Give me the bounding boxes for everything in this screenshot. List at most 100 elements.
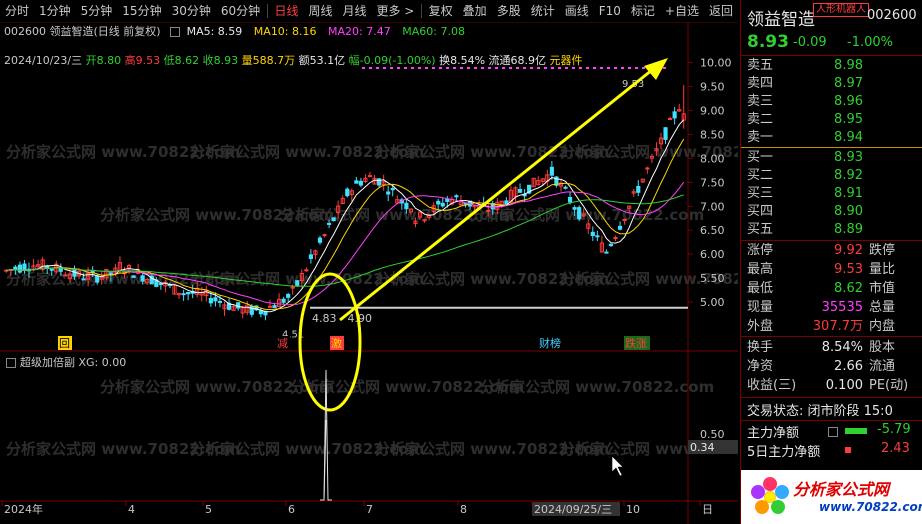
marker-diezhang: 跌涨 bbox=[625, 336, 647, 350]
y-tick-label: 7.00 bbox=[700, 200, 725, 213]
site-logo: 分析家公式网 www.70822.com bbox=[741, 470, 922, 524]
toolbar-item[interactable]: 周线 bbox=[303, 0, 337, 22]
candle-body bbox=[217, 300, 223, 303]
row-value: 8.62 bbox=[834, 281, 863, 296]
toolbar-item[interactable]: 统计 bbox=[526, 0, 560, 22]
toolbar-item[interactable]: 更多 > bbox=[371, 0, 419, 22]
stat2-row[interactable]: 收益(三) 0.100 PE(动) bbox=[747, 377, 917, 395]
watermark-text: 分析家公式网 www.70822.com bbox=[480, 378, 714, 396]
toolbar-item[interactable]: 15分钟 bbox=[117, 0, 166, 22]
toolbar-item[interactable]: 画线 bbox=[560, 0, 594, 22]
candle-body bbox=[108, 272, 113, 276]
row-value: 8.96 bbox=[834, 94, 863, 109]
toolbar-item[interactable]: 30分钟 bbox=[167, 0, 216, 22]
candle-body bbox=[258, 310, 263, 315]
candle-body bbox=[354, 180, 359, 184]
candle-body bbox=[304, 269, 309, 272]
candle-body bbox=[140, 275, 145, 282]
x-tick-label: 4 bbox=[128, 503, 135, 516]
row-label: 卖三 bbox=[747, 94, 774, 109]
stat-row[interactable]: 最高 9.53 量比 bbox=[747, 261, 917, 279]
candle-body bbox=[390, 188, 395, 191]
candle-body bbox=[645, 167, 650, 170]
x-tick-label: 6 bbox=[288, 503, 295, 516]
stat-row[interactable]: 现量 35535 总量 bbox=[747, 299, 917, 317]
marker-caibang: 财榜 bbox=[539, 336, 561, 350]
main5-label: 5日主力净额 bbox=[747, 445, 821, 460]
row-value: 8.54% bbox=[821, 340, 863, 355]
sub-indicator-title: 超级加倍副 XG: 0.00 bbox=[6, 354, 126, 370]
stat-row[interactable]: 涨停 9.92 跌停 bbox=[747, 242, 917, 260]
candle-body bbox=[440, 202, 445, 207]
toolbar-item[interactable]: 叠加 bbox=[458, 0, 492, 22]
candle-body bbox=[377, 178, 382, 186]
kline-chart[interactable]: 分析家公式网 www.70822.com 分析家公式网 www.70822.com… bbox=[0, 22, 738, 524]
stat2-row[interactable]: 净资 2.66 流通 bbox=[747, 358, 917, 376]
detail-icon[interactable] bbox=[828, 427, 838, 437]
sell-row[interactable]: 卖一 8.94 bbox=[747, 129, 917, 147]
candle-body bbox=[272, 305, 277, 309]
candle-body bbox=[158, 283, 163, 286]
flower-logo-icon bbox=[751, 477, 789, 514]
toolbar-item[interactable]: 复权 bbox=[424, 0, 458, 22]
toolbar-item[interactable]: F10 bbox=[594, 0, 626, 22]
candle-body bbox=[613, 237, 618, 240]
buy-row[interactable]: 买五 8.89 bbox=[747, 221, 917, 239]
concept-badge[interactable]: 人形机器人 bbox=[813, 3, 869, 17]
toolbar-item[interactable]: 日线 bbox=[269, 0, 303, 22]
stat-row[interactable]: 最低 8.62 市值 bbox=[747, 280, 917, 298]
row-value: 8.91 bbox=[834, 186, 863, 201]
toolbar-item[interactable]: 标记 bbox=[626, 0, 660, 22]
row-label: 净资 bbox=[747, 359, 774, 374]
row-label: 最高 bbox=[747, 262, 774, 277]
candle-body bbox=[386, 191, 391, 195]
stat-label2: 市值 bbox=[869, 281, 896, 296]
candle-body bbox=[208, 298, 213, 304]
row-value: 8.90 bbox=[834, 204, 863, 219]
row-label: 涨停 bbox=[747, 243, 774, 258]
candle-body bbox=[326, 222, 332, 225]
toolbar-item[interactable]: 多股 bbox=[492, 0, 526, 22]
row-label: 买四 bbox=[747, 204, 774, 219]
main-net-value: -5.79 bbox=[877, 422, 911, 437]
indicator-icon[interactable] bbox=[6, 358, 16, 368]
row-value: 8.94 bbox=[834, 130, 863, 145]
toolbar-item[interactable]: 60分钟 bbox=[216, 0, 265, 22]
row-label: 收益(三) bbox=[747, 378, 797, 393]
row-label: 卖四 bbox=[747, 76, 774, 91]
y-tick-label: 8.00 bbox=[700, 152, 725, 165]
buy-row[interactable]: 买三 8.91 bbox=[747, 185, 917, 203]
candle-body bbox=[81, 278, 86, 281]
candle-body bbox=[663, 127, 668, 140]
row-value: 9.53 bbox=[834, 262, 863, 277]
row-label: 买二 bbox=[747, 168, 774, 183]
toolbar-item[interactable]: 月线 bbox=[337, 0, 371, 22]
stock-code: 002600 bbox=[867, 8, 917, 23]
price-pct: -1.00% bbox=[847, 35, 893, 50]
buy-row[interactable]: 买四 8.90 bbox=[747, 203, 917, 221]
y-tick-label: 5.00 bbox=[700, 296, 725, 309]
candle-body bbox=[13, 266, 18, 270]
last-price: 8.93 bbox=[747, 32, 789, 52]
toolbar-item[interactable]: 分时 bbox=[0, 0, 34, 22]
row-value: 0.100 bbox=[825, 378, 863, 393]
toolbar-item[interactable]: 1分钟 bbox=[34, 0, 76, 22]
stat-row[interactable]: 外盘 307.7万 内盘 bbox=[747, 318, 917, 336]
sell-row[interactable]: 卖三 8.96 bbox=[747, 93, 917, 111]
buy-row[interactable]: 买二 8.92 bbox=[747, 167, 917, 185]
sell-row[interactable]: 卖四 8.97 bbox=[747, 75, 917, 93]
sell-row[interactable]: 卖五 8.98 bbox=[747, 57, 917, 75]
sell-row[interactable]: 卖二 8.95 bbox=[747, 111, 917, 129]
buy-row[interactable]: 买一 8.93 bbox=[747, 149, 917, 167]
toolbar-item[interactable]: +自选 bbox=[660, 0, 704, 22]
stat-label2: 内盘 bbox=[869, 319, 896, 334]
x-tick-label: 日 bbox=[702, 503, 713, 516]
candle-body bbox=[331, 217, 336, 222]
candle-body bbox=[667, 118, 673, 121]
toolbar-item[interactable]: 5分钟 bbox=[76, 0, 118, 22]
watermark-text: 分析家公式网 www.70822.com bbox=[470, 206, 704, 224]
toolbar-item[interactable]: 返回 bbox=[704, 0, 738, 22]
row-label: 外盘 bbox=[747, 319, 774, 334]
candle-body bbox=[17, 264, 23, 273]
stat2-row[interactable]: 换手 8.54% 股本 bbox=[747, 339, 917, 357]
